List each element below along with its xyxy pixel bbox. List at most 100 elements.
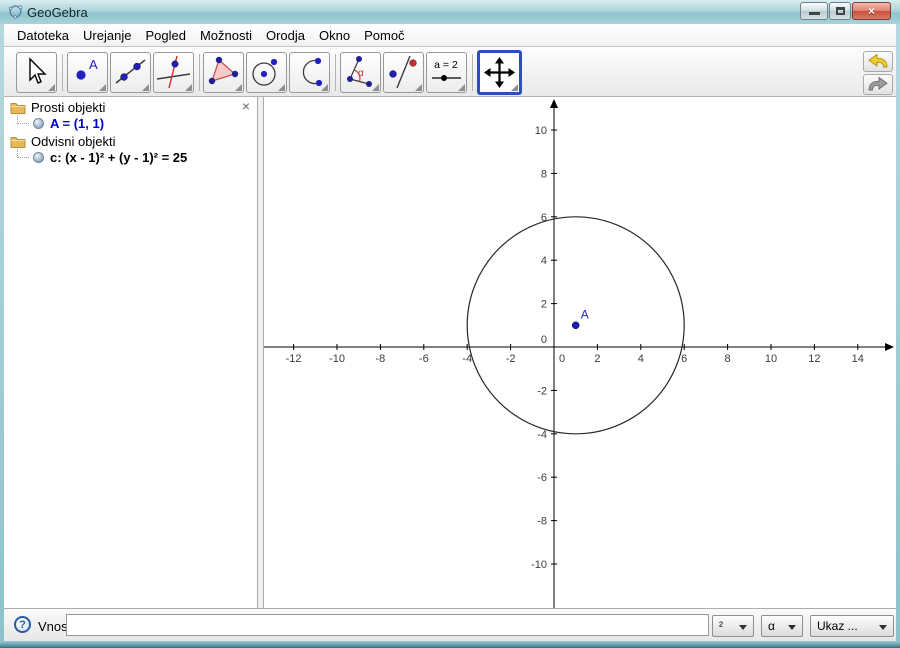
object-visibility-marble-icon[interactable] bbox=[33, 151, 44, 163]
point-A-label: A bbox=[581, 307, 589, 321]
algebra-object-row[interactable]: A = (1, 1) bbox=[17, 115, 257, 131]
algebra-section[interactable]: Prosti objekti bbox=[10, 100, 257, 115]
svg-text:8: 8 bbox=[541, 168, 547, 180]
tool-options-icon bbox=[235, 84, 242, 91]
svg-text:-6: -6 bbox=[419, 353, 429, 365]
menu-item-pogled[interactable]: Pogled bbox=[138, 24, 192, 43]
svg-text:2: 2 bbox=[541, 299, 547, 311]
graphics-svg[interactable]: -12 -10 -8 -6 -4 -2 0 2 4 6 8 10 12 141086420-2-4-6-8… bbox=[264, 97, 896, 608]
symbol-greek-dropdown[interactable]: α bbox=[761, 615, 803, 637]
svg-text:8: 8 bbox=[725, 353, 731, 365]
svg-text:A: A bbox=[89, 57, 98, 72]
svg-text:0: 0 bbox=[559, 353, 565, 365]
svg-text:4: 4 bbox=[541, 255, 547, 267]
tool-options-icon bbox=[142, 84, 149, 91]
menu-item-orodja[interactable]: Orodja bbox=[259, 24, 312, 43]
command-dropdown[interactable]: Ukaz ... bbox=[810, 615, 894, 637]
dropdown-value: Ukaz ... bbox=[817, 619, 858, 633]
algebra-section-label: Prosti objekti bbox=[31, 100, 106, 115]
tool-slider-button[interactable]: a = 2 bbox=[426, 52, 467, 93]
help-icon[interactable]: ? bbox=[14, 616, 31, 633]
undo-icon bbox=[868, 53, 888, 68]
tool-options-icon bbox=[278, 84, 285, 91]
tool-move-button[interactable] bbox=[16, 52, 57, 93]
svg-text:12: 12 bbox=[808, 353, 820, 365]
menu-item-pomoč[interactable]: Pomoč bbox=[357, 24, 411, 43]
tool-conic-button[interactable] bbox=[289, 52, 330, 93]
main-area: × Prosti objekti A = (1, 1) Odvisni objekt… bbox=[4, 97, 896, 608]
window-frame-right bbox=[896, 24, 900, 641]
maximize-button[interactable] bbox=[829, 2, 851, 20]
svg-text:-2: -2 bbox=[537, 385, 547, 397]
y-axis-arrow bbox=[550, 99, 558, 108]
dropdown-value: α bbox=[768, 619, 775, 633]
minimize-icon bbox=[809, 12, 820, 15]
folder-icon bbox=[10, 103, 26, 114]
svg-text:10: 10 bbox=[535, 125, 547, 137]
dropdown-value: ² bbox=[719, 619, 723, 633]
menu-item-možnosti[interactable]: Možnosti bbox=[193, 24, 259, 43]
tool-options-icon bbox=[48, 84, 55, 91]
svg-text:-4: -4 bbox=[462, 353, 472, 365]
tool-new-point-button[interactable]: A bbox=[67, 52, 108, 93]
geogebra-logo-icon bbox=[8, 5, 23, 19]
tool-options-icon bbox=[99, 84, 106, 91]
point-A bbox=[571, 321, 580, 330]
algebra-tree: Prosti objekti A = (1, 1) Odvisni objekti c… bbox=[4, 100, 257, 165]
tool-options-icon bbox=[415, 84, 422, 91]
redo-button[interactable] bbox=[863, 74, 893, 95]
menu-item-urejanje[interactable]: Urejanje bbox=[76, 24, 138, 43]
menu-item-okno[interactable]: Okno bbox=[312, 24, 357, 43]
tool-move-graphics-view-button[interactable] bbox=[477, 50, 522, 95]
algebra-object-row[interactable]: c: (x - 1)² + (y - 1)² = 25 bbox=[17, 149, 257, 165]
svg-text:4: 4 bbox=[638, 353, 644, 365]
toolbar-separator bbox=[472, 54, 473, 91]
chevron-down-icon bbox=[879, 625, 887, 630]
x-axis-arrow bbox=[885, 343, 894, 351]
geogebra-window: GeoGebra × Datoteka Urejanje Pogled Možnost… bbox=[0, 0, 900, 648]
svg-text:6: 6 bbox=[681, 353, 687, 365]
tool-angle-button[interactable]: α bbox=[340, 52, 381, 93]
menu-item-datoteka[interactable]: Datoteka bbox=[10, 24, 76, 43]
tool-options-icon bbox=[458, 84, 465, 91]
minimize-button[interactable] bbox=[800, 2, 828, 20]
command-input[interactable] bbox=[66, 614, 709, 636]
svg-text:-10: -10 bbox=[329, 353, 345, 365]
svg-text:0: 0 bbox=[541, 334, 547, 346]
chevron-down-icon bbox=[788, 625, 796, 630]
algebra-section[interactable]: Odvisni objekti bbox=[10, 134, 257, 149]
tree-connector bbox=[17, 149, 29, 158]
svg-text:-12: -12 bbox=[286, 353, 302, 365]
graphics-view[interactable]: -12 -10 -8 -6 -4 -2 0 2 4 6 8 10 12 14 10 8 6 4 2 0 -2 -4 -6 -8… bbox=[264, 97, 896, 608]
svg-text:-8: -8 bbox=[537, 516, 547, 528]
svg-text:10: 10 bbox=[765, 353, 777, 365]
svg-text:-6: -6 bbox=[537, 472, 547, 484]
object-visibility-marble-icon[interactable] bbox=[33, 117, 44, 129]
toolbar-separator bbox=[199, 54, 200, 91]
tool-options-icon bbox=[372, 84, 379, 91]
undo-button[interactable] bbox=[863, 51, 893, 72]
svg-text:14: 14 bbox=[852, 353, 864, 365]
menu-bar: Datoteka Urejanje Pogled Možnosti Orodja Okno… bbox=[4, 24, 896, 47]
tool-circle-center-point-button[interactable] bbox=[246, 52, 287, 93]
algebra-section-label: Odvisni objekti bbox=[31, 134, 116, 149]
tool-polygon-button[interactable] bbox=[203, 52, 244, 93]
tool-options-icon bbox=[185, 84, 192, 91]
folder-icon bbox=[10, 137, 26, 148]
tree-connector bbox=[17, 115, 29, 124]
toolbar-separator bbox=[62, 54, 63, 91]
algebra-close-icon[interactable]: × bbox=[242, 98, 250, 114]
tool-line-button[interactable] bbox=[110, 52, 151, 93]
symbol-superscript-dropdown[interactable]: ² bbox=[712, 615, 754, 637]
svg-text:-8: -8 bbox=[376, 353, 386, 365]
tool-perpendicular-line-button[interactable] bbox=[153, 52, 194, 93]
svg-text:2: 2 bbox=[594, 353, 600, 365]
title-bar[interactable]: GeoGebra × bbox=[0, 0, 900, 24]
panel-splitter[interactable] bbox=[257, 97, 264, 608]
svg-text:α: α bbox=[358, 68, 364, 79]
tool-mirror-button[interactable] bbox=[383, 52, 424, 93]
svg-text:a = 2: a = 2 bbox=[434, 59, 458, 71]
svg-text:-4: -4 bbox=[537, 429, 547, 441]
close-button[interactable]: × bbox=[852, 2, 891, 20]
redo-icon bbox=[868, 76, 888, 91]
